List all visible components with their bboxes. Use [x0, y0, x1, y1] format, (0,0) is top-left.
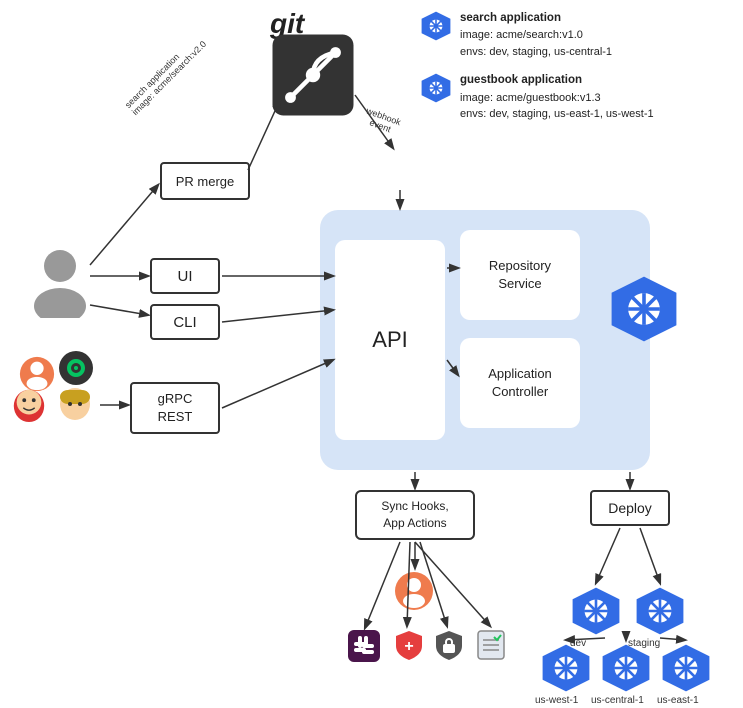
grpc-rest-box: gRPCREST	[130, 382, 220, 434]
k8s-dev-icon	[570, 585, 622, 637]
k8s-us-west-label: us-west-1	[535, 695, 578, 706]
k8s-staging-icon	[634, 585, 686, 637]
checklist-icon	[474, 628, 508, 667]
search-app-k8s-icon	[420, 10, 452, 42]
user-icon	[30, 248, 90, 318]
shield-red-cross-icon: +	[392, 628, 426, 667]
api-box: API	[335, 240, 445, 440]
search-app-info: search application image: acme/search:v1…	[420, 10, 654, 60]
slack-icon	[348, 630, 380, 667]
search-app-text: search application image: acme/search:v1…	[460, 10, 612, 60]
kubernetes-main-icon	[608, 273, 680, 345]
bottom-argocd-icon	[393, 570, 435, 612]
git-arrow-label: search applicationimage: acme/search:v2.…	[123, 32, 208, 117]
svg-text:+: +	[404, 638, 413, 655]
deploy-box: Deploy	[590, 490, 670, 526]
k8s-us-central-icon	[600, 642, 652, 694]
app-info-panel: search application image: acme/search:v1…	[420, 10, 654, 135]
k8s-us-west-icon	[540, 642, 592, 694]
k8s-us-east-label: us-east-1	[657, 695, 699, 706]
guestbook-app-info: guestbook application image: acme/guestb…	[420, 72, 654, 122]
git-icon	[268, 30, 358, 120]
repository-service-box: RepositoryService	[460, 230, 580, 320]
lock-shield-icon	[432, 628, 466, 667]
guestbook-app-text: guestbook application image: acme/guestb…	[460, 72, 654, 122]
pr-merge-box: PR merge	[160, 162, 250, 200]
k8s-dev-label: dev	[570, 638, 586, 649]
jenkins-icon	[10, 385, 48, 423]
guestbook-app-k8s-icon	[420, 72, 452, 104]
diagram: git search application image: acme/searc…	[0, 0, 743, 708]
webhook-event-label: webhookevent	[362, 106, 403, 137]
helmet-user-icon	[55, 382, 95, 422]
circleci-icon	[58, 350, 94, 386]
k8s-staging-label: staging	[628, 638, 660, 649]
sync-hooks-box: Sync Hooks,App Actions	[355, 490, 475, 540]
cli-box: CLI	[150, 304, 220, 340]
k8s-us-east-icon	[660, 642, 712, 694]
ui-box: UI	[150, 258, 220, 294]
app-controller-box: ApplicationController	[460, 338, 580, 428]
k8s-us-central-label: us-central-1	[591, 695, 644, 706]
